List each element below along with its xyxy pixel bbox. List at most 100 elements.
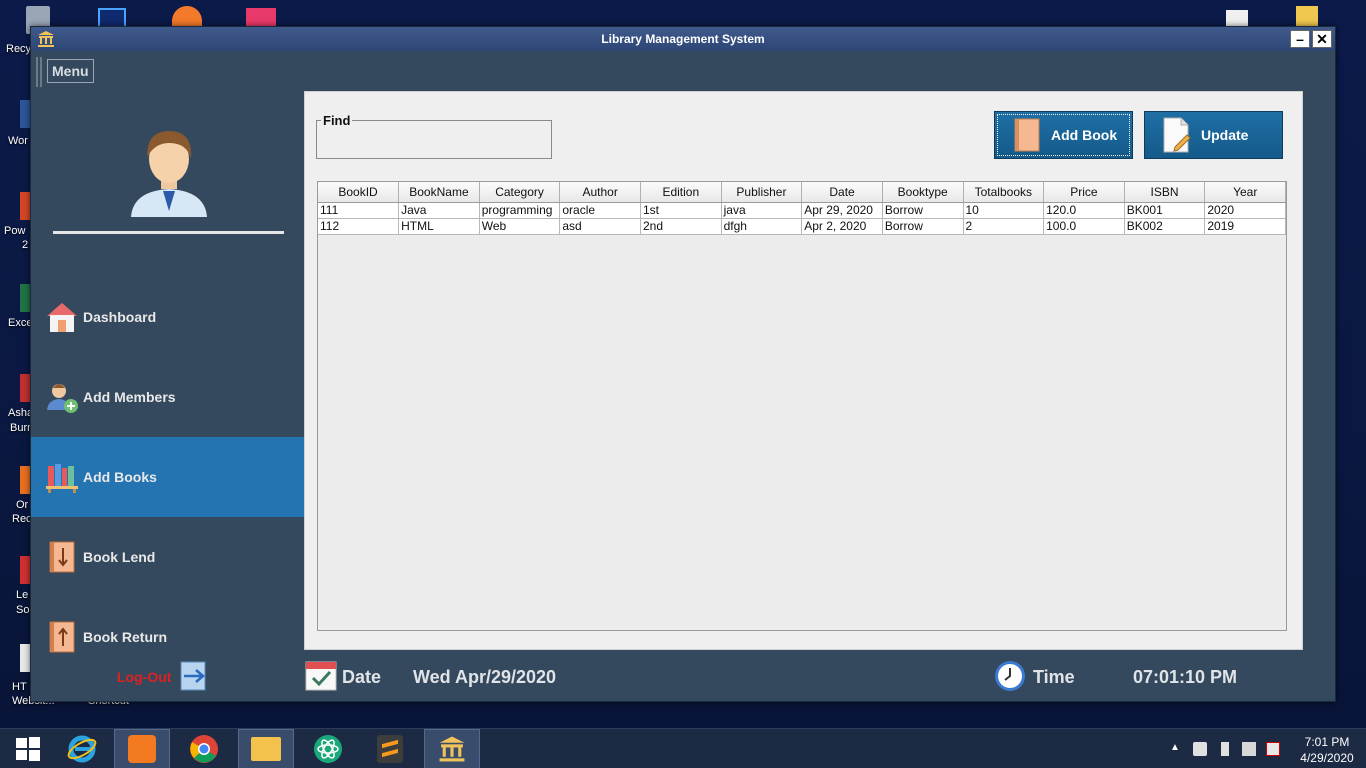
table-cell[interactable]: 2019	[1204, 218, 1286, 235]
action-center-icon[interactable]	[1266, 742, 1280, 756]
sidebar-item-book-lend[interactable]: Book Lend	[31, 517, 304, 597]
update-label: Update	[1201, 127, 1249, 143]
table-cell[interactable]: BK002	[1124, 218, 1206, 235]
window-title: Library Management System	[601, 32, 765, 46]
app-shortcut-icon[interactable]	[172, 6, 202, 28]
column-header[interactable]: ISBN	[1124, 182, 1206, 203]
system-clock[interactable]: 7:01 PM 4/29/2020	[1296, 734, 1358, 766]
taskbar-ie[interactable]	[54, 729, 110, 768]
books-table[interactable]: BookID BookName Category Author Edition …	[317, 181, 1287, 631]
update-button[interactable]: Update	[1144, 111, 1283, 159]
sidebar-item-label: Dashboard	[83, 309, 157, 325]
find-legend: Find	[321, 113, 353, 128]
sidebar-item-label: Add Members	[83, 389, 176, 405]
table-cell[interactable]: Web	[479, 218, 561, 235]
atom-icon	[314, 735, 342, 763]
taskbar: ▲ 7:01 PM 4/29/2020	[0, 728, 1366, 768]
table-cell[interactable]: 120.0	[1043, 202, 1125, 219]
table-cell[interactable]: Java	[398, 202, 480, 219]
column-header[interactable]: BookName	[398, 182, 480, 203]
sidebar-item-add-members[interactable]: Add Members	[31, 357, 304, 437]
sidebar-item-dashboard[interactable]: Dashboard	[31, 277, 304, 357]
table-cell[interactable]: 100.0	[1043, 218, 1125, 235]
sublime-text-icon	[377, 735, 403, 763]
photoshop-icon[interactable]	[98, 8, 126, 28]
books-grid[interactable]: BookID BookName Category Author Edition …	[318, 182, 1286, 235]
add-book-button[interactable]: Add Book	[994, 111, 1133, 159]
table-cell[interactable]: asd	[559, 218, 641, 235]
books-shelf-icon	[46, 464, 78, 493]
close-button[interactable]: ✕	[1312, 30, 1332, 48]
table-cell[interactable]: programming	[479, 202, 561, 219]
taskbar-xampp[interactable]	[114, 729, 170, 768]
table-cell[interactable]: Borrow	[882, 218, 964, 235]
book-icon	[1014, 118, 1040, 152]
column-header[interactable]: Author	[559, 182, 641, 203]
column-header[interactable]: Booktype	[882, 182, 964, 203]
sidebar-divider	[53, 231, 284, 234]
table-cell[interactable]: dfgh	[721, 218, 803, 235]
library-icon	[38, 31, 54, 47]
column-header[interactable]: Edition	[640, 182, 722, 203]
minimize-button[interactable]: –	[1290, 30, 1310, 48]
sidebar-item-book-return[interactable]: Book Return	[31, 597, 304, 677]
table-cell[interactable]: Apr 29, 2020	[801, 202, 883, 219]
xampp-icon	[128, 735, 156, 763]
table-cell[interactable]: HTML	[398, 218, 480, 235]
table-row[interactable]: 111 Java programming oracle 1st java Apr…	[318, 202, 1286, 219]
column-header[interactable]: Totalbooks	[963, 182, 1045, 203]
table-cell[interactable]: Apr 2, 2020	[801, 218, 883, 235]
taskbar-sublime[interactable]	[362, 729, 418, 768]
table-cell[interactable]: java	[721, 202, 803, 219]
table-cell[interactable]: 1st	[640, 202, 722, 219]
table-cell[interactable]: 2	[963, 218, 1045, 235]
sidebar: Dashboard Add Members Add Books Book Len…	[31, 91, 304, 701]
internet-explorer-icon	[67, 735, 97, 763]
battery-icon[interactable]	[1221, 742, 1229, 756]
find-fieldset[interactable]: Find	[316, 113, 552, 159]
title-bar[interactable]: Library Management System – ✕	[31, 27, 1335, 51]
app-window: Library Management System – ✕ Menu Dashb…	[30, 26, 1336, 702]
intellij-icon[interactable]	[246, 8, 276, 28]
toolbar-grip[interactable]	[36, 57, 42, 87]
volume-muted-icon[interactable]	[1193, 742, 1207, 756]
taskbar-explorer[interactable]	[238, 729, 294, 768]
table-cell[interactable]: 2nd	[640, 218, 722, 235]
taskbar-chrome[interactable]	[176, 729, 232, 768]
column-header[interactable]: Date	[801, 182, 883, 203]
table-row[interactable]: 112 HTML Web asd 2nd dfgh Apr 2, 2020 Bo…	[318, 218, 1286, 235]
table-cell[interactable]: oracle	[559, 202, 641, 219]
column-header[interactable]: Year	[1204, 182, 1286, 203]
column-header[interactable]: BookID	[318, 182, 400, 203]
table-cell[interactable]: 2020	[1204, 202, 1286, 219]
table-cell[interactable]: Borrow	[882, 202, 964, 219]
add-book-label: Add Book	[1051, 127, 1118, 143]
book-lend-icon	[49, 541, 75, 573]
tray-expand-icon[interactable]: ▲	[1170, 742, 1184, 756]
table-cell[interactable]: 111	[318, 202, 400, 219]
clock-time: 7:01 PM	[1304, 735, 1350, 749]
sidebar-item-add-books[interactable]: Add Books	[31, 437, 304, 517]
column-header[interactable]: Category	[479, 182, 561, 203]
user-avatar	[131, 131, 207, 217]
network-disconnected-icon[interactable]	[1242, 742, 1256, 756]
taskbar-atom[interactable]	[300, 729, 356, 768]
add-member-icon	[47, 384, 78, 413]
clock-date: 4/29/2020	[1300, 751, 1354, 765]
sidebar-item-label: Add Books	[83, 469, 157, 485]
time-label: Time	[1033, 667, 1075, 687]
sidebar-item-label: Book Return	[83, 629, 167, 645]
taskbar-library-app[interactable]	[424, 729, 480, 768]
start-button[interactable]	[0, 729, 56, 768]
menu-button[interactable]: Menu	[47, 59, 94, 83]
column-header[interactable]: Price	[1043, 182, 1125, 203]
logout-arrow-icon[interactable]	[180, 661, 208, 691]
folder-icon[interactable]	[1296, 6, 1318, 28]
logout-link[interactable]: Log-Out	[117, 669, 171, 685]
table-cell[interactable]: 10	[963, 202, 1045, 219]
table-cell[interactable]: BK001	[1124, 202, 1206, 219]
library-icon	[439, 736, 465, 762]
table-cell[interactable]: 112	[318, 218, 400, 235]
column-header[interactable]: Publisher	[721, 182, 803, 203]
windows-logo-icon	[16, 737, 40, 761]
